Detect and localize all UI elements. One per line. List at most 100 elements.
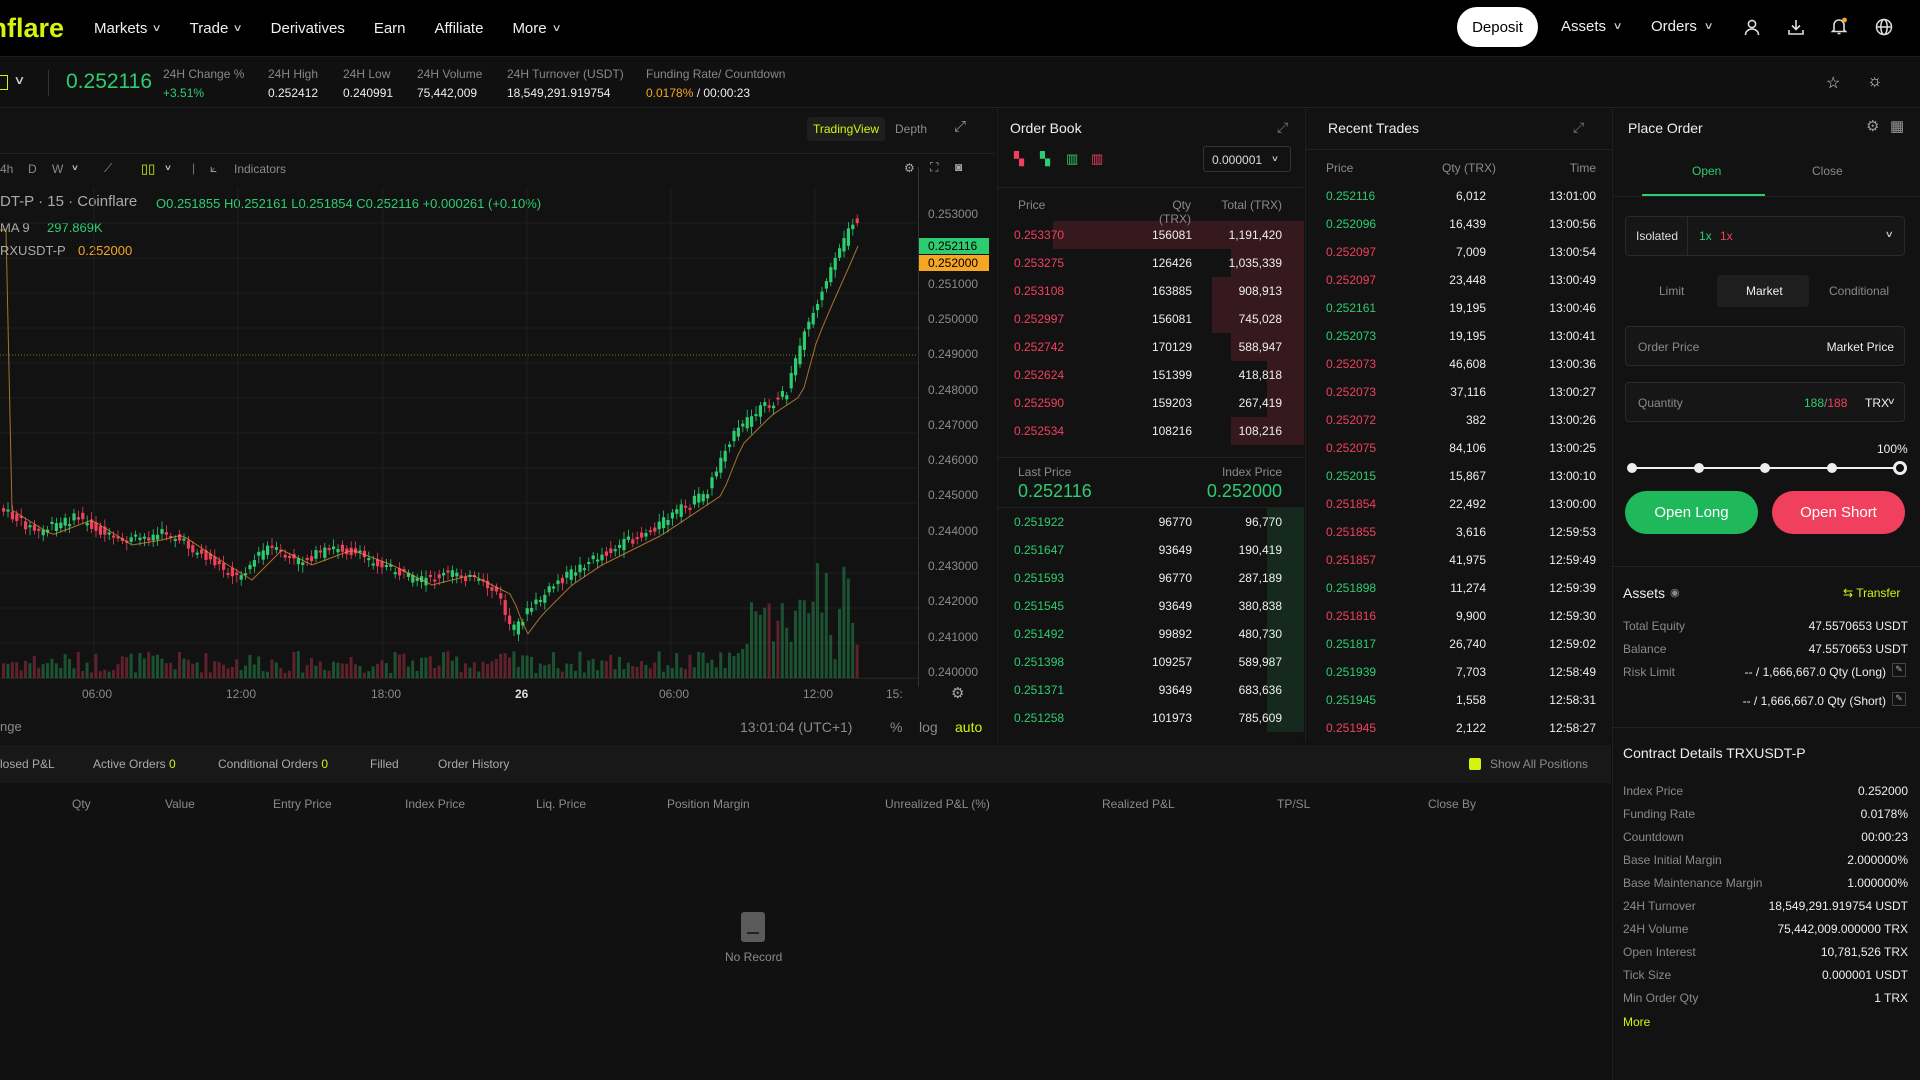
log-toggle[interactable]: log [919, 719, 938, 735]
chevron-down-icon[interactable]: ∨ [71, 163, 79, 172]
ob-row[interactable]: 0.253108 163885 908,913 [998, 277, 1304, 305]
star-icon[interactable]: ☆ [1826, 73, 1840, 93]
col-realized-pnl[interactable]: Realized P&L [1102, 797, 1175, 811]
settings-icon[interactable]: ⚙ [904, 161, 915, 175]
nav-orders[interactable]: Orders ∨ [1651, 18, 1714, 35]
tab-closed-pnl[interactable]: losed P&L [0, 757, 55, 771]
slider-stop[interactable] [1627, 463, 1637, 473]
line-tool-icon[interactable]: ⟋ [104, 161, 112, 176]
tab-tradingview[interactable]: TradingView [813, 122, 879, 136]
fullscreen-icon[interactable]: ⛶ [930, 160, 938, 175]
settings-icon[interactable]: ⚙ [1866, 117, 1879, 135]
nav-markets[interactable]: Markets ∨ [94, 20, 162, 37]
open-long-button[interactable]: Open Long [1625, 491, 1758, 534]
precision-select[interactable]: 0.000001 ∨ [1203, 146, 1291, 172]
show-all-checkbox[interactable] [1469, 758, 1481, 770]
eye-icon[interactable]: ◉ [1670, 586, 1680, 599]
open-short-button[interactable]: Open Short [1772, 491, 1905, 534]
logo[interactable]: Coinflare [0, 13, 64, 44]
nav-derivatives[interactable]: Derivatives [271, 20, 345, 37]
ob-row[interactable]: 0.251545 93649 380,838 [998, 592, 1304, 620]
nav-earn[interactable]: Earn [374, 20, 406, 37]
ob-qty: 126426 [1151, 256, 1192, 270]
view-bids-icon[interactable]: ▥ [1066, 151, 1078, 167]
ob-row[interactable]: 0.251371 93649 683,636 [998, 676, 1304, 704]
candle-style-icon[interactable]: ▯▯ [141, 161, 155, 177]
margin-mode[interactable]: Isolated [1626, 217, 1688, 255]
symbol-dropdown-chevron-icon[interactable]: ∨ [13, 73, 25, 87]
order-type-market[interactable]: Market [1746, 284, 1783, 298]
slider-stop[interactable] [1893, 461, 1907, 475]
bell-icon[interactable] [1828, 15, 1850, 37]
deposit-button[interactable]: Deposit [1457, 7, 1538, 47]
chevron-down-icon[interactable]: ∨ [1887, 396, 1896, 407]
indicators-icon[interactable]: ⟀ [210, 161, 217, 176]
ob-row[interactable]: 0.251922 96770 96,770 [998, 508, 1304, 536]
contract-more-link[interactable]: More [1623, 1015, 1650, 1029]
ob-row[interactable]: 0.251593 96770 287,189 [998, 564, 1304, 592]
auto-toggle[interactable]: auto [955, 719, 982, 735]
col-position-margin[interactable]: Position Margin [667, 797, 750, 811]
chevron-down-icon[interactable]: ∨ [164, 163, 172, 172]
tab-open[interactable]: Open [1692, 164, 1721, 178]
ob-row[interactable]: 0.252590 159203 267,419 [998, 389, 1304, 417]
tab-depth[interactable]: Depth [895, 122, 927, 136]
slider-stop[interactable] [1693, 463, 1704, 473]
nav-earn-label: Earn [373, 19, 406, 37]
ob-row[interactable]: 0.251258 101973 785,609 [998, 704, 1304, 732]
tab-filled[interactable]: Filled [370, 757, 399, 771]
expand-icon[interactable]: ⤢ [954, 118, 966, 135]
interval-w[interactable]: W [52, 162, 63, 176]
tab-active-orders[interactable]: Active Orders 0 [93, 757, 176, 771]
expand-icon[interactable]: ⤢ [1277, 119, 1288, 136]
price-chart-canvas[interactable] [0, 187, 920, 687]
interval-4h[interactable]: 4h [0, 162, 13, 176]
axis-settings-icon[interactable]: ⚙ [951, 684, 964, 702]
ob-row[interactable]: 0.252742 170129 588,947 [998, 333, 1304, 361]
tab-close[interactable]: Close [1812, 164, 1843, 178]
camera-icon[interactable]: ◙ [955, 160, 962, 174]
edit-icon[interactable]: ✎ [1892, 663, 1906, 677]
expand-icon[interactable]: ⤢ [1573, 119, 1584, 136]
slider-stop[interactable] [1826, 463, 1837, 473]
sun-icon[interactable]: ☼ [1867, 71, 1883, 91]
risk-limit-label: Risk Limit [1623, 665, 1676, 679]
bottom-left-label[interactable]: nge [0, 719, 22, 734]
view-both-icon[interactable]: ▚ [1014, 151, 1024, 167]
user-icon[interactable] [1741, 16, 1763, 38]
percent-toggle[interactable]: % [890, 719, 902, 735]
download-icon[interactable] [1785, 16, 1807, 38]
globe-icon[interactable] [1873, 16, 1895, 38]
ob-row[interactable]: 0.253370 156081 1,191,420 [998, 221, 1304, 249]
view-both-alt-icon[interactable]: ▚ [1040, 151, 1050, 167]
layout-icon[interactable]: ▦ [1890, 117, 1904, 135]
tab-order-history[interactable]: Order History [438, 757, 509, 771]
ob-row[interactable]: 0.251647 93649 190,419 [998, 536, 1304, 564]
order-price-field[interactable]: Order Price Market Price [1625, 326, 1905, 366]
slider-stop[interactable] [1760, 463, 1770, 473]
nav-affiliate[interactable]: Affiliate [435, 20, 484, 37]
ob-row[interactable]: 0.252997 156081 745,028 [998, 305, 1304, 333]
order-type-conditional[interactable]: Conditional [1829, 284, 1889, 298]
margin-leverage-select[interactable]: Isolated 1x 1x ∨ [1625, 216, 1905, 256]
order-type-limit[interactable]: Limit [1659, 284, 1684, 298]
nav-more[interactable]: More ∨ [512, 20, 561, 37]
tab-conditional-orders[interactable]: Conditional Orders 0 [218, 757, 328, 771]
view-asks-icon[interactable]: ▥ [1091, 151, 1103, 167]
col-liq-price[interactable]: Liq. Price [536, 797, 586, 811]
nav-trade[interactable]: Trade ∨ [190, 20, 243, 37]
indicators-button[interactable]: Indicators [234, 162, 286, 176]
transfer-button[interactable]: ⇆ Transfer [1843, 586, 1900, 600]
ob-row[interactable]: 0.251398 109257 589,987 [998, 648, 1304, 676]
quantity-field[interactable]: Quantity 188/188 TRX ∨ [1625, 382, 1905, 422]
ob-row[interactable]: 0.251492 99892 480,730 [998, 620, 1304, 648]
contract-value: 0.000001 USDT [1821, 968, 1908, 982]
ob-row[interactable]: 0.252534 108216 108,216 [998, 417, 1304, 445]
interval-d[interactable]: D [28, 162, 37, 176]
edit-icon[interactable]: ✎ [1892, 692, 1906, 706]
show-all-label[interactable]: Show All Positions [1490, 757, 1588, 771]
ob-row[interactable]: 0.252624 151399 418,818 [998, 361, 1304, 389]
nav-assets[interactable]: Assets ∨ [1561, 18, 1623, 35]
ob-row[interactable]: 0.253275 126426 1,035,339 [998, 249, 1304, 277]
price-tick: 0.246000 [928, 453, 979, 467]
